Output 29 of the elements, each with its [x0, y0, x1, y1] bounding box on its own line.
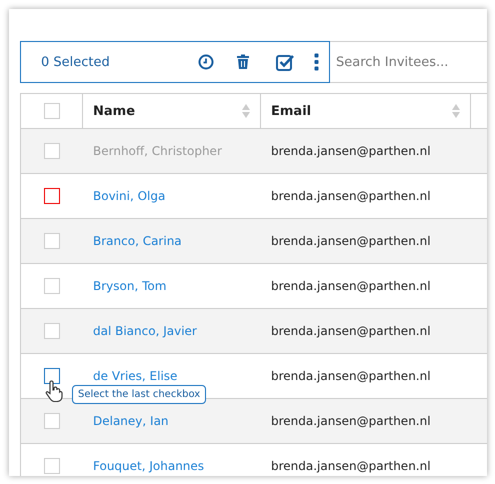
row-checkbox[interactable]: [44, 368, 60, 384]
search-field[interactable]: Search Invitees...: [330, 41, 487, 83]
invitee-email: brenda.jansen@parthen.nl: [271, 144, 431, 158]
row-checkbox[interactable]: [44, 188, 60, 204]
column-header[interactable]: Email: [271, 104, 312, 118]
invitee-email: brenda.jansen@parthen.nl: [271, 279, 431, 293]
column-header[interactable]: Name: [93, 104, 136, 118]
invitee-name[interactable]: de Vries, Elise: [93, 369, 178, 383]
invitee-email: brenda.jansen@parthen.nl: [271, 324, 431, 338]
invitee-name[interactable]: Fouquet, Johannes: [93, 459, 204, 473]
selected-count: 0 Selected: [41, 54, 111, 70]
invitee-name[interactable]: dal Bianco, Javier: [93, 324, 197, 338]
tooltip: Select the last checkbox: [72, 385, 206, 404]
sort-icon[interactable]: [452, 103, 460, 119]
invitee-email: brenda.jansen@parthen.nl: [271, 414, 431, 428]
select-all-checkbox[interactable]: [44, 103, 60, 119]
invitee-email: brenda.jansen@parthen.nl: [271, 369, 431, 383]
invitee-name[interactable]: Bryson, Tom: [93, 279, 166, 293]
invitee-email: brenda.jansen@parthen.nl: [271, 459, 431, 473]
invitee-name[interactable]: Bovini, Olga: [93, 189, 166, 203]
clock-icon[interactable]: [198, 54, 214, 70]
invitee-name[interactable]: Delaney, Ian: [93, 414, 169, 428]
invitee-email: brenda.jansen@parthen.nl: [271, 189, 431, 203]
more-icon[interactable]: [314, 53, 319, 71]
invitee-email: brenda.jansen@parthen.nl: [271, 234, 431, 248]
sort-icon[interactable]: [242, 103, 250, 119]
checkbox-icon[interactable]: [276, 53, 294, 71]
invitee-name[interactable]: Branco, Carina: [93, 234, 182, 248]
delete-icon[interactable]: [236, 54, 250, 70]
